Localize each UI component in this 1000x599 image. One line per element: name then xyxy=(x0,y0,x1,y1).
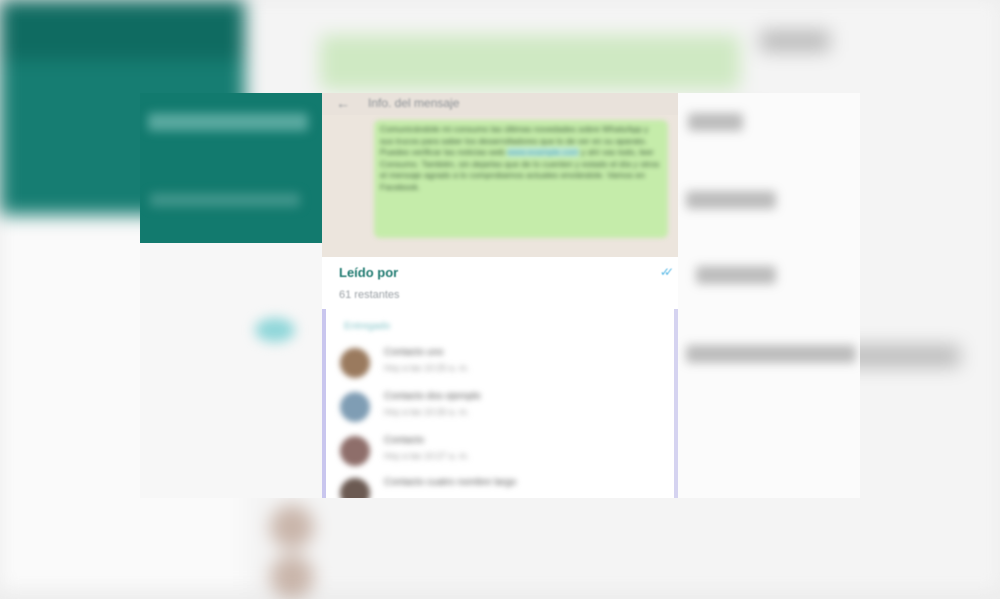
message-link[interactable]: www.example.com xyxy=(507,147,579,158)
left-title-blur xyxy=(148,113,308,131)
contact-name: Contacto dos ejemplo xyxy=(384,391,481,402)
contact-row[interactable]: Contacto Hoy a las 10:27 a. m. xyxy=(340,433,660,467)
background-avatar xyxy=(270,555,314,599)
read-by-title: Leído por xyxy=(339,265,399,280)
right-text-blur xyxy=(688,113,743,131)
read-by-section: Leído por ✓✓ 61 restantes xyxy=(322,257,678,309)
contact-row[interactable]: Contacto uno Hoy a las 10:25 a. m. xyxy=(340,345,660,379)
contact-name: Contacto xyxy=(384,435,425,446)
screen-frame: ← Info. del mensaje Comunicándole mi con… xyxy=(140,93,860,498)
contact-time: Hoy a las 10:26 a. m. xyxy=(384,407,470,417)
delivered-list: Entregado Contacto uno Hoy a las 10:25 a.… xyxy=(322,309,678,498)
left-subtitle-blur xyxy=(150,193,300,207)
list-header: Entregado xyxy=(344,321,391,332)
contact-name: Contacto uno xyxy=(384,347,444,358)
contact-time: Hoy a las 10:25 a. m. xyxy=(384,363,470,373)
right-text-blur xyxy=(696,266,776,284)
avatar xyxy=(340,348,370,378)
right-text-blur xyxy=(686,345,856,363)
top-bar: ← Info. del mensaje xyxy=(322,93,678,115)
background-header-top xyxy=(0,0,245,60)
avatar xyxy=(340,478,370,498)
message-bubble[interactable]: Comunicándole mi consumo las últimas nov… xyxy=(374,120,668,238)
double-check-icon: ✓✓ xyxy=(659,265,674,279)
background-text xyxy=(760,30,830,52)
avatar xyxy=(340,392,370,422)
page-title: Info. del mensaje xyxy=(368,96,460,110)
avatar xyxy=(340,436,370,466)
contact-time: Hoy a las 10:27 a. m. xyxy=(384,451,470,461)
background-bubble xyxy=(320,35,740,90)
message-info-screen: ← Info. del mensaje Comunicándole mi con… xyxy=(322,93,678,498)
right-blur-panel xyxy=(678,93,860,498)
contact-name: Contacto cuatro nombre largo xyxy=(384,477,517,488)
back-arrow-icon[interactable]: ← xyxy=(336,95,350,111)
contact-row[interactable]: Contacto dos ejemplo Hoy a las 10:26 a. m… xyxy=(340,389,660,423)
left-blur-panel xyxy=(140,93,322,498)
background-avatar xyxy=(270,505,314,549)
read-remaining-count: 61 restantes xyxy=(339,289,400,301)
message-text: Comunicándole mi consumo las últimas nov… xyxy=(380,124,662,194)
contact-row[interactable]: Contacto cuatro nombre largo xyxy=(340,475,660,498)
right-text-blur xyxy=(686,191,776,209)
left-check-blur xyxy=(255,318,295,342)
